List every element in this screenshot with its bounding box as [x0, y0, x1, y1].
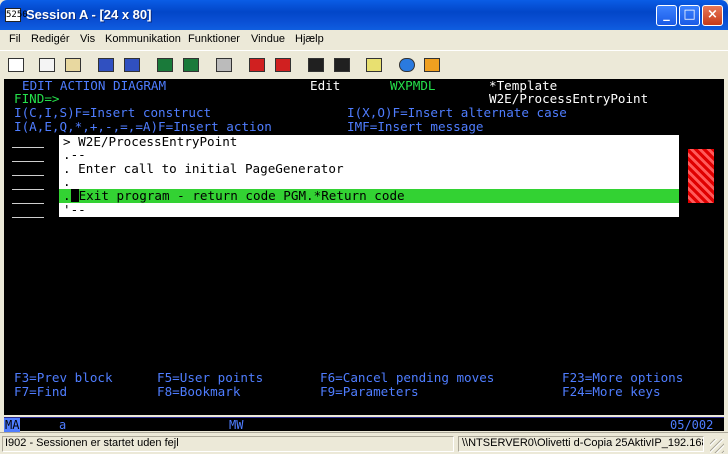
oia-a-indicator: a — [59, 418, 67, 432]
menu-hjaelp[interactable]: Hjælp — [295, 33, 324, 45]
fkey-f24[interactable]: F24=More keys — [562, 385, 661, 399]
line-command-field[interactable] — [12, 203, 44, 204]
action-diagram-box: > W2E/ProcessEntryPoint .-- . Enter call… — [59, 135, 679, 217]
fkey-f6[interactable]: F6=Cancel pending moves — [320, 371, 494, 385]
keyboard-icon[interactable] — [214, 55, 234, 75]
fkey-f9[interactable]: F9=Parameters — [320, 385, 419, 399]
cursor-position: 05/002 — [670, 418, 714, 432]
terminal-screen[interactable]: EDIT ACTION DIAGRAM Edit WXPMDL *Templat… — [4, 79, 724, 415]
menu-kommunikation[interactable]: Kommunikation — [105, 33, 181, 45]
play-macro-icon[interactable] — [306, 55, 326, 75]
send-icon[interactable] — [96, 55, 116, 75]
status-bar: I902 - Sessionen er startet uden fejl \\… — [0, 432, 728, 454]
maximize-button[interactable]: □ — [679, 5, 700, 26]
menu-rediger[interactable]: Redigér — [31, 33, 70, 45]
resize-grip-icon[interactable] — [710, 439, 724, 453]
menu-vindue[interactable]: Vindue — [251, 33, 285, 45]
text-cursor — [70, 189, 79, 202]
help-insert-message: IMF=Insert message — [347, 119, 484, 134]
clipboard-icon[interactable] — [364, 55, 384, 75]
diagram-line-selected[interactable]: . Exit program - return code PGM.*Return … — [63, 189, 405, 203]
diagram-line[interactable]: > W2E/ProcessEntryPoint — [63, 135, 237, 149]
window-title: Session A - [24 x 80] — [26, 7, 152, 22]
diagram-line[interactable]: . — [63, 175, 71, 189]
mode-label: Edit — [310, 78, 341, 93]
diagram-line[interactable]: '-- — [63, 203, 86, 217]
oia-ma-indicator: MA — [4, 418, 21, 432]
oia-mw-indicator: MW — [229, 418, 244, 432]
close-button[interactable]: × — [702, 5, 723, 26]
help-insert-construct: I(C,I,S)F=Insert construct — [14, 105, 212, 120]
globe-icon[interactable] — [397, 55, 417, 75]
model-name: WXPMDL — [390, 78, 436, 93]
printer-session-info: \\NTSERVER0\Olivetti d-Copia 25AktivIP_1… — [458, 436, 704, 452]
fkey-f8[interactable]: F8=Bookmark — [157, 385, 240, 399]
line-command-field[interactable] — [12, 147, 44, 148]
receive-icon[interactable] — [122, 55, 142, 75]
menu-funktioner[interactable]: Funktioner — [188, 33, 240, 45]
minimize-button[interactable]: _ — [656, 5, 677, 26]
line-command-field[interactable] — [12, 217, 44, 218]
macro-list-icon[interactable] — [332, 55, 352, 75]
map-icon[interactable] — [181, 55, 201, 75]
diagram-line[interactable]: . Enter call to initial PageGenerator — [63, 162, 344, 176]
help-icon[interactable] — [422, 55, 442, 75]
menu-vis[interactable]: Vis — [80, 33, 95, 45]
fkey-f5[interactable]: F5=User points — [157, 371, 263, 385]
line-command-field[interactable] — [12, 189, 44, 190]
diagram-line[interactable]: .-- — [63, 148, 86, 162]
record-macro-icon[interactable] — [247, 55, 267, 75]
selected-line-text: Exit program - return code PGM.*Return c… — [78, 188, 405, 203]
fkey-f3[interactable]: F3=Prev block — [14, 371, 113, 385]
display-icon[interactable] — [155, 55, 175, 75]
line-command-field[interactable] — [12, 175, 44, 176]
line-prefix: . — [63, 188, 71, 203]
app-icon: 5250 — [5, 8, 28, 22]
line-command-field[interactable] — [12, 161, 44, 162]
menu-bar: Fil Redigér Vis Kommunikation Funktioner… — [0, 30, 728, 49]
help-insert-alternate: I(X,O)F=Insert alternate case — [347, 105, 567, 120]
copy-icon[interactable] — [37, 55, 57, 75]
menu-fil[interactable]: Fil — [9, 33, 21, 45]
title-bar[interactable]: 5250 Session A - [24 x 80] _ □ × — [0, 0, 728, 30]
help-insert-action: I(A,E,Q,*,+,-,=,=A)F=Insert action — [14, 119, 272, 134]
fkey-f7[interactable]: F7=Find — [14, 385, 67, 399]
operator-info-area: MA a MW 05/002 — [4, 417, 724, 432]
function-name: W2E/ProcessEntryPoint — [489, 91, 649, 106]
paste-icon[interactable] — [63, 55, 83, 75]
status-message: I902 - Sessionen er startet uden fejl — [2, 436, 454, 452]
hatched-marker — [688, 149, 714, 203]
stop-macro-icon[interactable] — [273, 55, 293, 75]
print-icon[interactable] — [6, 55, 26, 75]
fkey-f23[interactable]: F23=More options — [562, 371, 683, 385]
find-prompt[interactable]: FIND=> — [14, 92, 60, 106]
